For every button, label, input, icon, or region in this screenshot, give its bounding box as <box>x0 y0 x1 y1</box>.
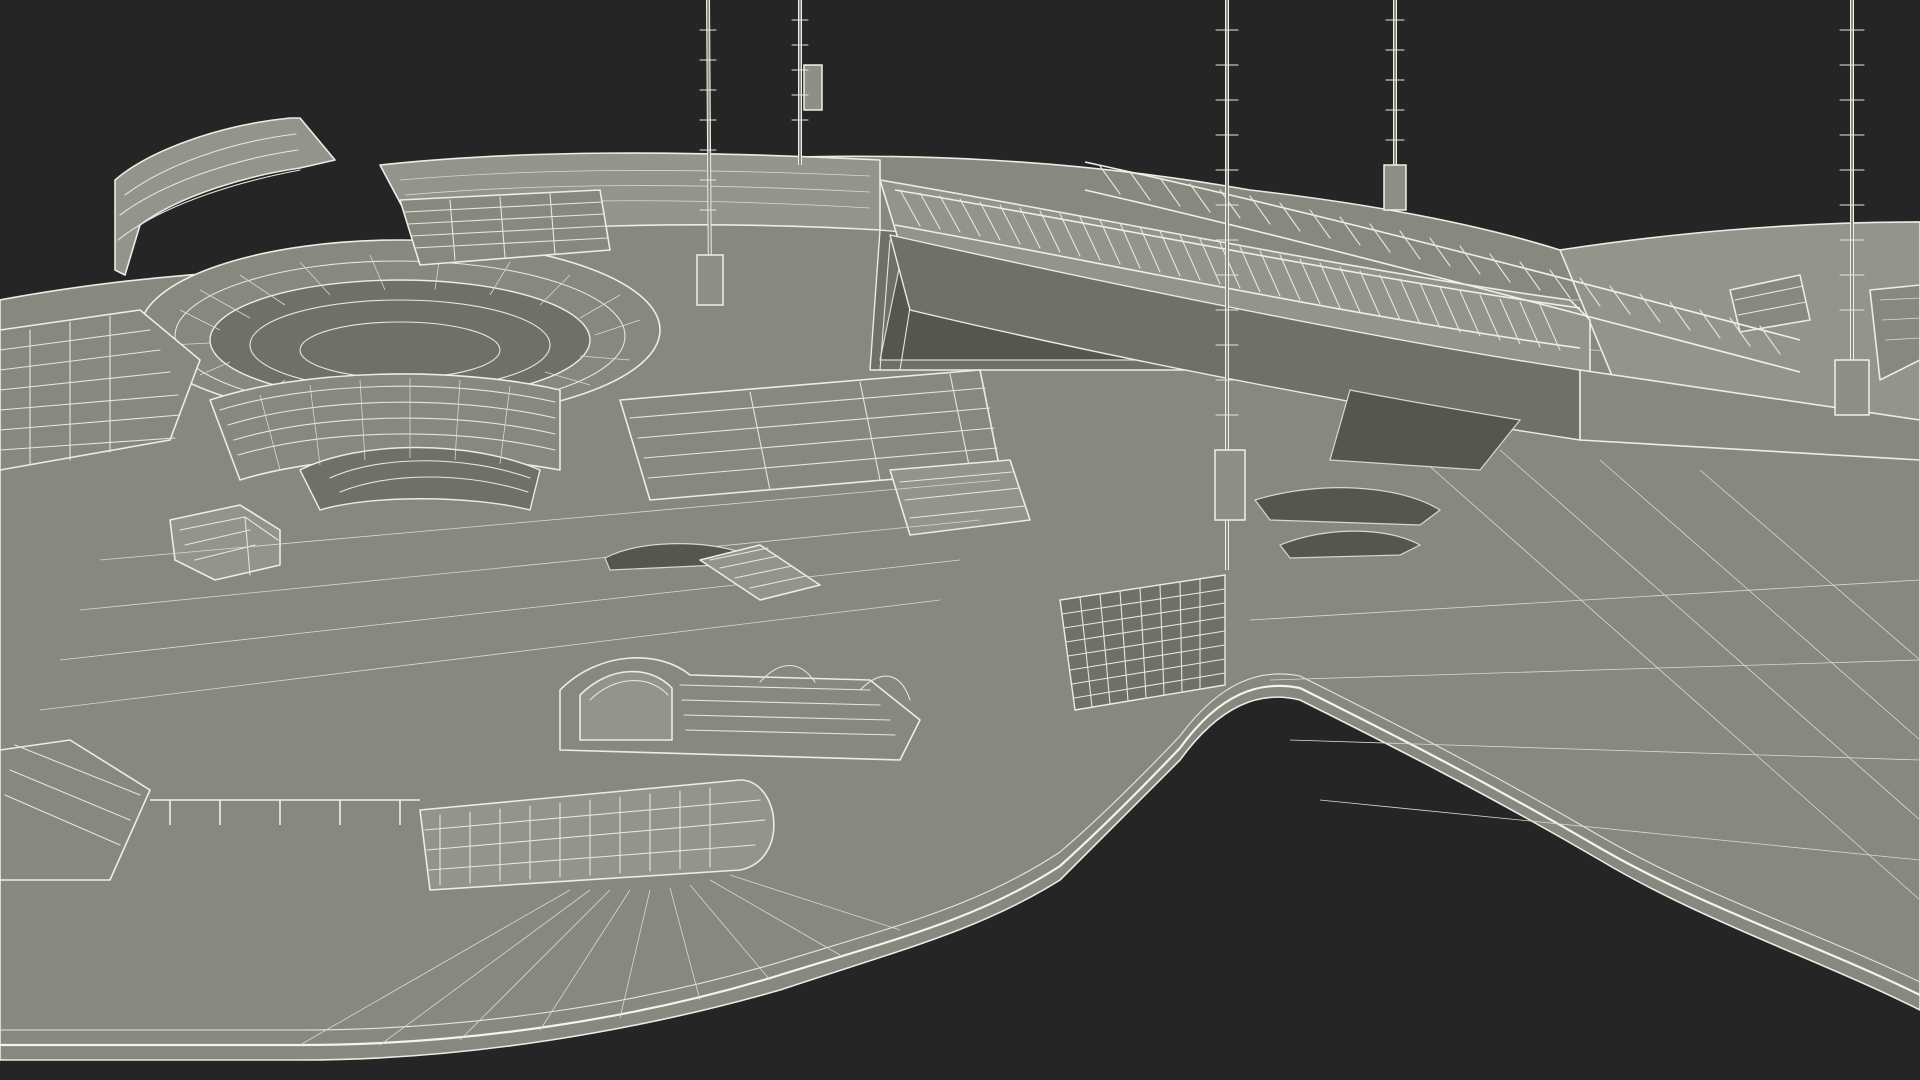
light-pole-1 <box>696 0 724 306</box>
render-viewport <box>0 0 1920 1080</box>
skate-park-wireframe-render <box>0 0 1920 1061</box>
light-pole-4 <box>1383 0 1407 211</box>
light-pole-2 <box>791 0 823 165</box>
